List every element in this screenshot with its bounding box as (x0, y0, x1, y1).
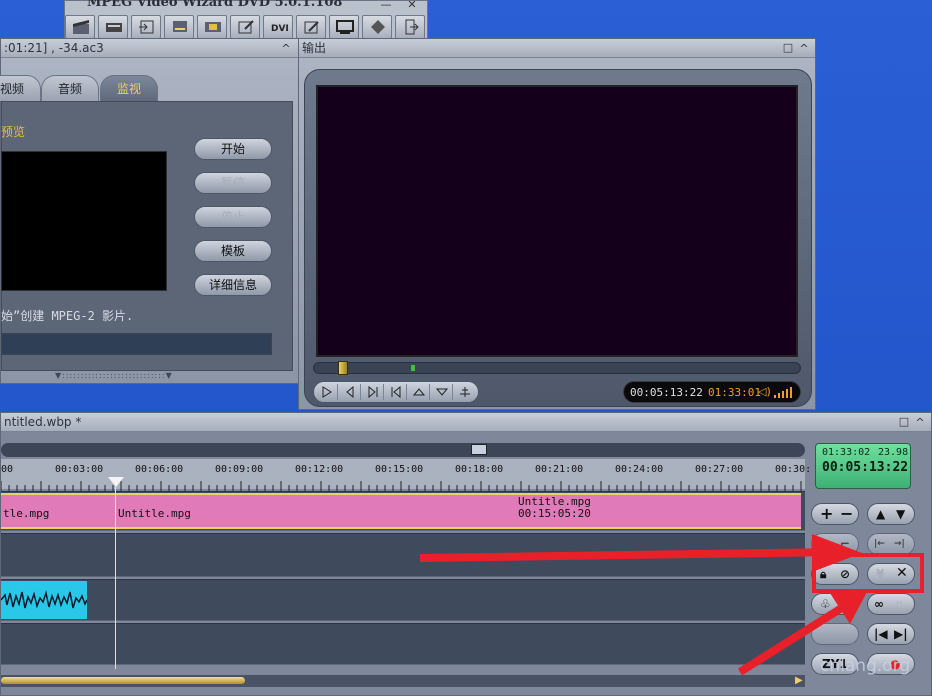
annotation-arrows (419, 534, 868, 676)
watermark: cnlang.org (820, 656, 911, 676)
highlight-box (812, 553, 924, 593)
